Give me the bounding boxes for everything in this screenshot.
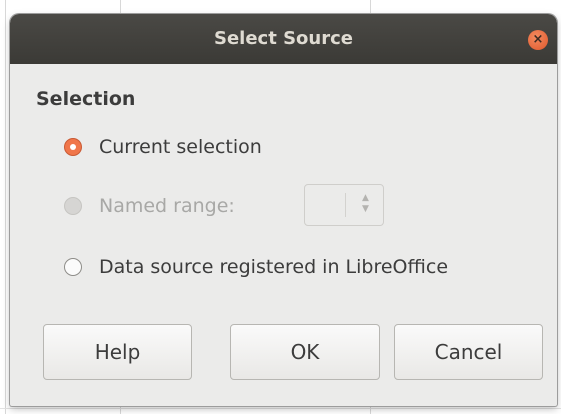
close-icon[interactable]: × [528,30,548,50]
radio-label-named-range: Named range: [99,195,235,217]
named-range-field [305,185,345,225]
spin-arrows-icon: ▲ ▼ [345,193,385,217]
spin-up-icon: ▲ [362,193,369,203]
radio-current-selection[interactable]: Current selection [64,132,262,162]
section-label-selection: Selection [36,88,136,110]
dialog-title: Select Source [214,28,353,49]
radio-button-disabled [64,197,82,215]
grid-line [5,0,6,414]
radio-button-unchecked[interactable] [64,258,82,276]
help-button[interactable]: Help [43,324,192,380]
grid-line [0,408,561,409]
radio-label-data-source: Data source registered in LibreOffice [99,256,449,278]
title-bar[interactable]: Select Source × [10,14,557,64]
select-source-dialog: Select Source × Selection Current select… [10,14,557,406]
ok-button[interactable]: OK [230,324,380,380]
cancel-button[interactable]: Cancel [394,324,543,380]
radio-label-current-selection: Current selection [99,136,262,158]
radio-named-range: Named range: [64,191,235,221]
radio-button-checked[interactable] [64,138,82,156]
radio-data-source[interactable]: Data source registered in LibreOffice [64,252,448,282]
spin-down-icon: ▼ [362,204,369,214]
named-range-spinbox: ▲ ▼ [304,184,384,226]
